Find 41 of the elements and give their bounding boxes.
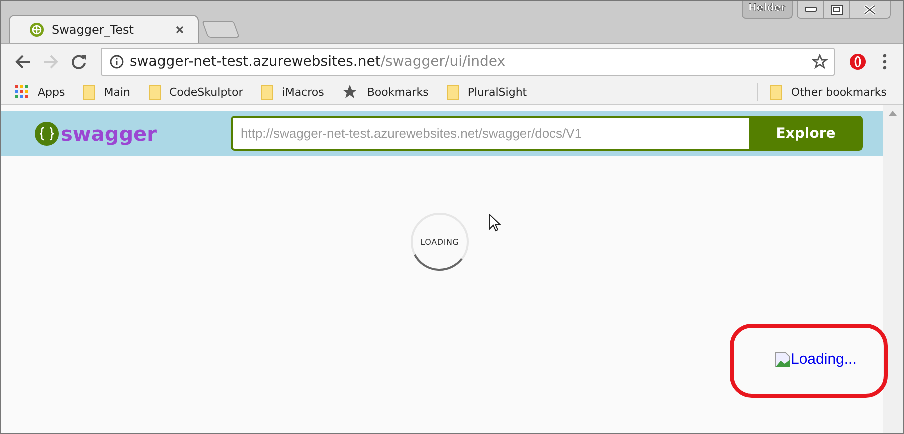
explore-button[interactable]: Explore [749,116,863,151]
back-icon[interactable] [15,54,31,70]
spinner-ring-icon [410,212,470,272]
browser-tab[interactable]: Swagger_Test [9,15,199,43]
image-alt-text: Loading... [791,351,857,368]
logo-text: swagger [61,122,157,146]
bookmark-item[interactable]: iMacros [261,84,324,100]
braces-logo-icon [35,122,59,146]
bookmark-item[interactable]: CodeSkulptor [148,84,244,100]
reload-icon[interactable] [71,54,87,70]
bookmark-item[interactable]: PluralSight [446,84,528,100]
minimize-button[interactable] [798,1,824,18]
globe-icon [30,22,44,36]
folder-icon [770,84,782,100]
close-button[interactable] [850,1,890,18]
minimize-icon [804,6,816,12]
folder-icon [261,84,274,100]
maximize-button[interactable] [824,1,850,18]
folder-icon [83,84,96,100]
scrollbar[interactable] [883,105,903,433]
extension-icon[interactable] [849,53,867,71]
mouse-pointer-icon [489,214,501,232]
bookmark-item[interactable]: Other bookmarks [770,84,887,100]
folder-icon [148,84,160,100]
address-bar[interactable]: swagger-net-test.azurewebsites.net/swagger/ui/index [101,48,835,76]
broken-image-icon [775,352,791,368]
bookmark-item[interactable]: Bookmarks [342,84,429,100]
close-icon[interactable] [176,26,184,34]
apps-grid-icon [15,85,29,99]
bookmark-item[interactable]: Apps [15,85,66,99]
loading-label: LOADING [420,238,460,246]
bookmark-item[interactable]: Main [83,84,130,100]
info-icon[interactable] [110,55,124,69]
star-icon [342,84,358,100]
menu-icon[interactable] [883,54,887,70]
maximize-icon [830,4,842,14]
url-text: swagger-net-test.azurewebsites.net/swagger/ui/index [130,54,506,70]
url-input[interactable]: http://swagger-net-test.azurewebsites.net/swagger/docs/V1 [231,116,749,151]
close-icon [864,4,876,14]
star-icon[interactable] [812,54,828,70]
folder-icon [446,84,459,100]
